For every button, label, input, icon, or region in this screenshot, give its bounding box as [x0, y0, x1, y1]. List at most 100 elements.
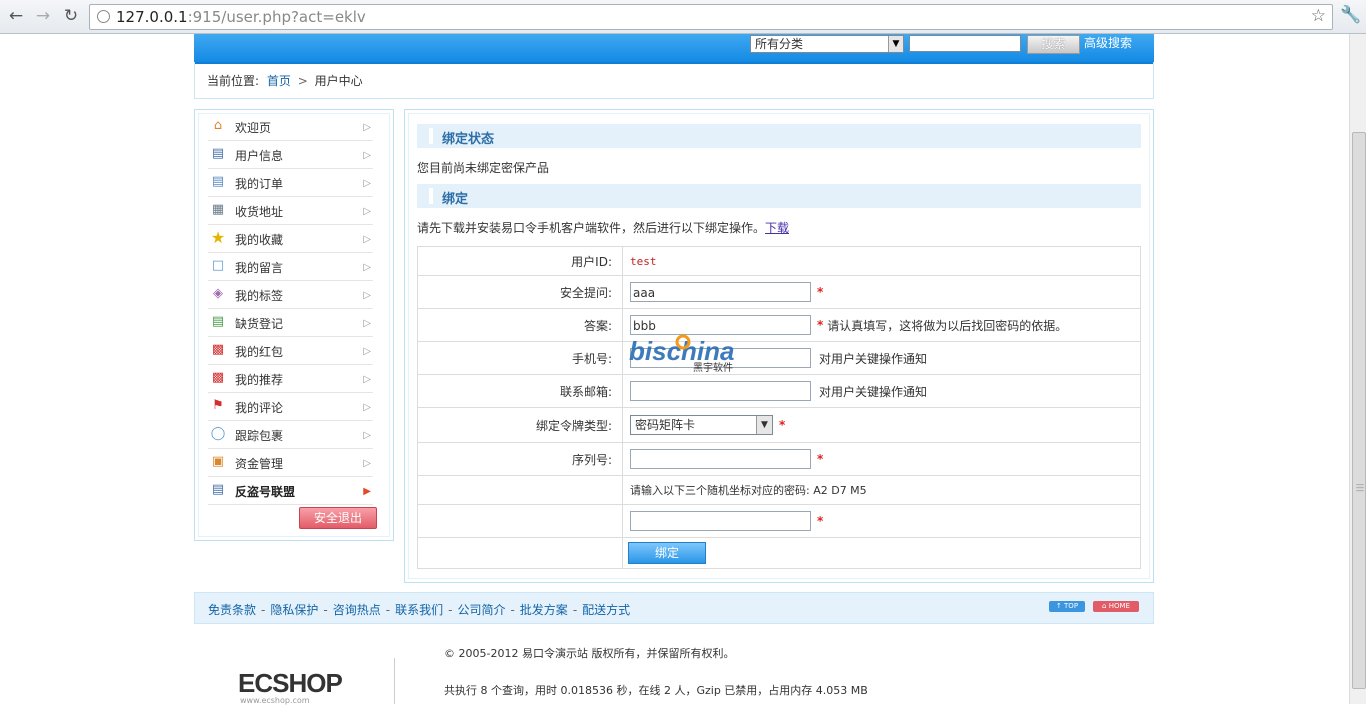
table-row: 手机号: 对用户关键操作通知 — [417, 341, 1141, 375]
token-type-value: 密码矩阵卡 — [635, 418, 696, 432]
breadcrumb-current: 用户中心 — [314, 74, 363, 88]
email-hint: 对用户关键操作通知 — [819, 384, 928, 399]
chevron-right-icon: ▷ — [363, 122, 371, 133]
token-type-select[interactable]: 密码矩阵卡 ▼ — [630, 415, 773, 435]
ecshop-logo: ECSHOP — [238, 668, 343, 698]
required-mark: * — [779, 418, 786, 432]
category-select[interactable]: 所有分类 ▼ — [750, 35, 904, 53]
table-row: 绑定 — [417, 537, 1141, 569]
required-mark: * — [817, 514, 824, 528]
sidebar-item-messages[interactable]: □ 我的留言 ▷ — [208, 253, 373, 281]
sidebar-item-funds[interactable]: ▣ 资金管理 ▷ — [208, 449, 373, 477]
sidebar-item-recommend[interactable]: ▩ 我的推荐 ▷ — [208, 365, 373, 393]
bind-button[interactable]: 绑定 — [628, 542, 706, 564]
tag-icon: ◈ — [213, 286, 223, 301]
bookmark-star-icon[interactable]: ☆ — [1311, 6, 1326, 26]
footer-link-faq[interactable]: 咨询热点 — [333, 603, 381, 617]
sidebar-item-tags[interactable]: ◈ 我的标签 ▷ — [208, 281, 373, 309]
chevron-right-icon: ▷ — [363, 178, 371, 189]
recommend-icon: ▩ — [211, 370, 225, 385]
empty-label-cell — [417, 475, 623, 505]
breadcrumb-home-link[interactable]: 首页 — [267, 74, 291, 88]
coord-cell: * — [622, 504, 1141, 538]
instruction-label: 请先下载并安装易口令手机客户端软件，然后进行以下绑定操作。 — [417, 221, 766, 235]
wallet-icon: ▣ — [211, 454, 225, 469]
sidebar-item-welcome[interactable]: ⌂ 欢迎页 ▷ — [208, 113, 373, 141]
instruction-text: 请先下载并安装易口令手机客户端软件，然后进行以下绑定操作。下载 — [417, 219, 789, 236]
sidebar-item-anti-theft[interactable]: ▤ 反盗号联盟 ▶ — [208, 477, 373, 505]
home-icon: ⌂ — [213, 118, 223, 133]
red-envelope-icon: ▩ — [211, 342, 225, 357]
sidebar-item-label: 我的推荐 — [235, 373, 284, 387]
url-text: 127.0.0.1:915/user.php?act=eklv — [116, 8, 366, 26]
footer-link-shipping[interactable]: 配送方式 — [582, 603, 630, 617]
advanced-search-link[interactable]: 高级搜索 — [1084, 35, 1132, 52]
status-section-title: 绑定状态 — [442, 132, 495, 147]
chevron-right-icon: ▷ — [363, 430, 371, 441]
coord-password-input[interactable] — [630, 511, 811, 531]
footer-separator: - — [261, 603, 266, 617]
breadcrumb-separator: > — [297, 74, 308, 88]
footer-link-contact[interactable]: 联系我们 — [395, 603, 443, 617]
sidebar-item-label: 缺货登记 — [235, 317, 284, 331]
back-arrow-icon[interactable]: ← — [6, 6, 26, 26]
serial-input[interactable] — [630, 449, 811, 469]
question-label: 安全提问: — [417, 275, 623, 309]
footer-link-disclaimer[interactable]: 免责条款 — [208, 603, 256, 617]
user-id-value: test — [630, 255, 657, 268]
reload-icon[interactable]: ↻ — [61, 6, 81, 26]
chevron-right-icon: ▷ — [363, 234, 371, 245]
sidebar-item-label: 我的订单 — [235, 177, 284, 191]
breadcrumb: 当前位置: 首页 > 用户中心 — [207, 72, 363, 89]
chevron-down-icon[interactable]: ▼ — [756, 416, 772, 434]
breadcrumb-container: 当前位置: 首页 > 用户中心 — [194, 62, 1154, 99]
sidebar-item-orders[interactable]: ▤ 我的订单 ▷ — [208, 169, 373, 197]
home-button[interactable]: ⌂ HOME — [1093, 601, 1139, 612]
section-bar — [429, 128, 433, 144]
sidebar-item-favorites[interactable]: ★ 我的收藏 ▷ — [208, 225, 373, 253]
search-button[interactable]: 搜索 — [1027, 35, 1080, 54]
search-input[interactable] — [909, 35, 1021, 52]
breadcrumb-prefix: 当前位置: — [207, 74, 260, 88]
sidebar-item-address[interactable]: ▦ 收货地址 ▷ — [208, 197, 373, 225]
sidebar-item-stockout[interactable]: ▤ 缺货登记 ▷ — [208, 309, 373, 337]
required-mark: * — [817, 285, 824, 299]
sidebar-item-comments[interactable]: ⚑ 我的评论 ▷ — [208, 393, 373, 421]
site-header-bar: 所有分类 ▼ 搜索 高级搜索 — [194, 34, 1154, 64]
token-type-cell: 密码矩阵卡 ▼ * — [622, 407, 1141, 443]
phone-hint: 对用户关键操作通知 — [819, 351, 928, 366]
sidebar-item-label: 跟踪包裹 — [235, 429, 284, 443]
address-bar[interactable]: 127.0.0.1:915/user.php?act=eklv ☆ — [89, 4, 1333, 30]
table-row: 绑定令牌类型: 密码矩阵卡 ▼ * — [417, 407, 1141, 443]
chevron-right-icon: ▷ — [363, 206, 371, 217]
footer-link-about[interactable]: 公司简介 — [457, 603, 505, 617]
wrench-menu-icon[interactable]: 🔧 — [1340, 5, 1361, 25]
forward-arrow-icon[interactable]: → — [33, 6, 53, 26]
sidebar-item-label: 资金管理 — [235, 457, 284, 471]
logout-button[interactable]: 安全退出 — [299, 507, 377, 529]
download-link[interactable]: 下载 — [765, 221, 789, 235]
empty-label-cell — [417, 537, 623, 569]
email-input[interactable] — [630, 381, 811, 401]
footer-link-privacy[interactable]: 隐私保护 — [270, 603, 318, 617]
sidebar-item-track-package[interactable]: ◯ 跟踪包裹 ▷ — [208, 421, 373, 449]
chevron-right-icon: ▷ — [363, 402, 371, 413]
sidebar-item-bonus[interactable]: ▩ 我的红包 ▷ — [208, 337, 373, 365]
chevron-down-icon[interactable]: ▼ — [888, 36, 903, 52]
page-info-icon[interactable] — [97, 10, 110, 23]
top-label: TOP — [1064, 602, 1079, 610]
user-id-cell: test — [622, 246, 1141, 276]
footer-links: 免责条款 - 隐私保护 - 咨询热点 - 联系我们 - 公司简介 - 批发方案 - 配送方式 — [208, 601, 630, 618]
sidebar-item-label: 我的评论 — [235, 401, 284, 415]
sidebar-item-profile[interactable]: ▤ 用户信息 ▷ — [208, 141, 373, 169]
chevron-right-icon: ▷ — [363, 318, 371, 329]
status-section-header: 绑定状态 — [417, 124, 1141, 148]
footer-nav: 免责条款 - 隐私保护 - 咨询热点 - 联系我们 - 公司简介 - 批发方案 - 配送方式 ↑ TOP… — [194, 592, 1154, 624]
flag-icon: ⚑ — [212, 398, 224, 413]
coord-prompt: 请输入以下三个随机坐标对应的密码: A2 D7 M5 — [622, 475, 1141, 505]
back-to-top-button[interactable]: ↑ TOP — [1049, 601, 1085, 612]
security-question-input[interactable]: aaa — [630, 282, 811, 302]
scrollbar-thumb[interactable]: — — — — [1352, 132, 1366, 689]
vertical-scrollbar[interactable]: — — — — [1349, 34, 1366, 704]
footer-link-wholesale[interactable]: 批发方案 — [520, 603, 568, 617]
